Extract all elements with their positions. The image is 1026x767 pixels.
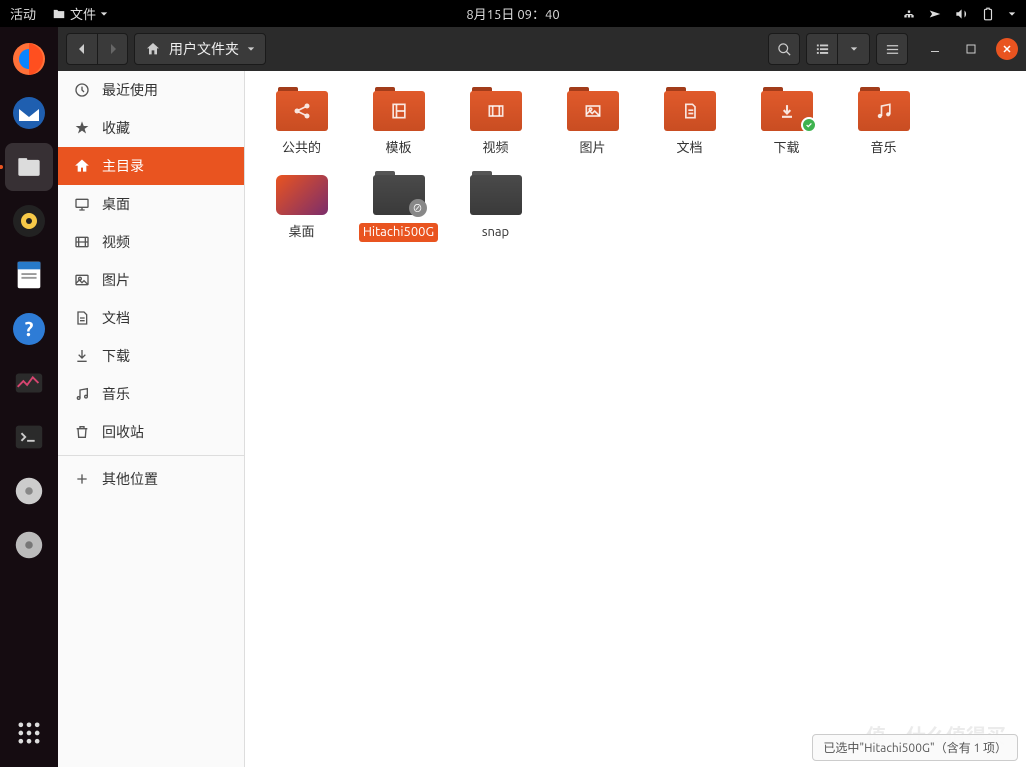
folder-icon <box>759 87 815 135</box>
sidebar-item-other[interactable]: 其他位置 <box>58 460 244 498</box>
file-label: 文档 <box>672 139 706 159</box>
folder-icon <box>565 87 621 135</box>
sidebar-item-label: 收藏 <box>102 118 130 138</box>
clock[interactable]: 8月15日 09：40 <box>466 4 559 23</box>
file-item[interactable]: 音乐 <box>835 83 932 167</box>
sidebar-item-label: 图片 <box>102 270 130 290</box>
sidebar-item-pictures[interactable]: 图片 <box>58 261 244 299</box>
file-item[interactable]: 文档 <box>641 83 738 167</box>
activities-button[interactable]: 活动 <box>10 4 36 23</box>
file-label: 音乐 <box>866 139 900 159</box>
hamburger-menu-button[interactable] <box>876 33 908 65</box>
dock: ? <box>0 27 58 767</box>
file-grid[interactable]: 公共的模板视频图片文档下载音乐桌面⊘Hitachi500Gsnap值，什么值得买… <box>245 71 1026 767</box>
airplane-icon[interactable] <box>928 7 942 21</box>
forward-button[interactable] <box>97 34 127 64</box>
file-label: 公共的 <box>278 139 325 159</box>
dock-monitor[interactable] <box>5 359 53 407</box>
sidebar-item-label: 主目录 <box>102 156 144 176</box>
sidebar-item-downloads[interactable]: 下载 <box>58 337 244 375</box>
file-item[interactable]: 图片 <box>544 83 641 167</box>
file-item[interactable]: 模板 <box>350 83 447 167</box>
sidebar-item-label: 音乐 <box>102 384 130 404</box>
volume-icon[interactable] <box>954 7 968 21</box>
file-label: 下载 <box>769 139 803 159</box>
folder-icon <box>662 87 718 135</box>
file-label: Hitachi500G <box>359 223 438 243</box>
chevron-down-icon[interactable] <box>1008 10 1016 18</box>
back-button[interactable] <box>67 34 97 64</box>
file-item[interactable]: snap <box>447 167 544 251</box>
file-item[interactable]: 下载 <box>738 83 835 167</box>
top-panel: 活动 文件 8月15日 09：40 <box>0 0 1026 27</box>
folder-icon: ⊘ <box>371 171 427 219</box>
file-item[interactable]: 公共的 <box>253 83 350 167</box>
file-label: 模板 <box>381 139 415 159</box>
sidebar-item-home[interactable]: 主目录 <box>58 147 244 185</box>
chevron-down-icon <box>100 10 108 18</box>
dock-help[interactable]: ? <box>5 305 53 353</box>
dock-terminal[interactable] <box>5 413 53 461</box>
sidebar-item-trash[interactable]: 回收站 <box>58 413 244 451</box>
file-item[interactable]: 桌面 <box>253 167 350 251</box>
sidebar-item-desktop[interactable]: 桌面 <box>58 185 244 223</box>
sidebar-item-label: 其他位置 <box>102 469 158 489</box>
file-item[interactable]: ⊘ Hitachi500G <box>350 167 447 251</box>
dock-thunderbird[interactable] <box>5 89 53 137</box>
status-bar: 已选中"Hitachi500G"（含有 1 项） <box>812 734 1018 761</box>
close-button[interactable] <box>996 38 1018 60</box>
sidebar-item-label: 回收站 <box>102 422 144 442</box>
path-label: 用户文件夹 <box>169 39 239 59</box>
dock-disk1[interactable] <box>5 467 53 515</box>
dock-disk2[interactable] <box>5 521 53 569</box>
sidebar-item-music[interactable]: 音乐 <box>58 375 244 413</box>
file-label: 桌面 <box>284 223 318 243</box>
home-icon <box>145 41 161 57</box>
dock-show-apps[interactable] <box>5 709 53 757</box>
sidebar-item-label: 下载 <box>102 346 130 366</box>
file-label: 图片 <box>575 139 609 159</box>
search-button[interactable] <box>768 33 800 65</box>
folder-icon <box>274 171 330 219</box>
sidebar-item-starred[interactable]: 收藏 <box>58 109 244 147</box>
sidebar-separator <box>58 455 244 456</box>
dock-firefox[interactable] <box>5 35 53 83</box>
sidebar: 最近使用 收藏 主目录 桌面 视频 图片 文档 下载 音乐 回收站 其他位置 <box>58 71 245 767</box>
svg-text:?: ? <box>25 317 34 340</box>
sidebar-item-label: 文档 <box>102 308 130 328</box>
folder-icon <box>274 87 330 135</box>
view-list-button[interactable] <box>806 33 838 65</box>
sidebar-item-label: 视频 <box>102 232 130 252</box>
dock-rhythmbox[interactable] <box>5 197 53 245</box>
folder-icon <box>468 87 524 135</box>
sidebar-item-label: 桌面 <box>102 194 130 214</box>
folder-icon <box>371 87 427 135</box>
app-menu-label: 文件 <box>70 4 96 23</box>
pathbar[interactable]: 用户文件夹 <box>134 33 266 65</box>
folder-icon <box>52 7 66 21</box>
sidebar-item-documents[interactable]: 文档 <box>58 299 244 337</box>
dock-writer[interactable] <box>5 251 53 299</box>
maximize-button[interactable] <box>960 38 982 60</box>
folder-icon <box>468 171 524 219</box>
dock-files[interactable] <box>5 143 53 191</box>
chevron-down-icon <box>247 45 255 53</box>
battery-icon[interactable] <box>980 7 996 21</box>
titlebar: 用户文件夹 <box>58 27 1026 71</box>
view-dropdown-button[interactable] <box>838 33 870 65</box>
file-label: snap <box>478 223 513 243</box>
files-window: 用户文件夹 最近使用 收藏 主目录 桌面 视频 图片 文档 下载 音乐 回收站 <box>58 27 1026 767</box>
sidebar-item-videos[interactable]: 视频 <box>58 223 244 261</box>
network-icon[interactable] <box>902 7 916 21</box>
sidebar-item-recent[interactable]: 最近使用 <box>58 71 244 109</box>
file-item[interactable]: 视频 <box>447 83 544 167</box>
minimize-button[interactable] <box>924 38 946 60</box>
folder-icon <box>856 87 912 135</box>
file-label: 视频 <box>478 139 512 159</box>
app-menu[interactable]: 文件 <box>52 4 108 23</box>
sidebar-item-label: 最近使用 <box>102 80 158 100</box>
